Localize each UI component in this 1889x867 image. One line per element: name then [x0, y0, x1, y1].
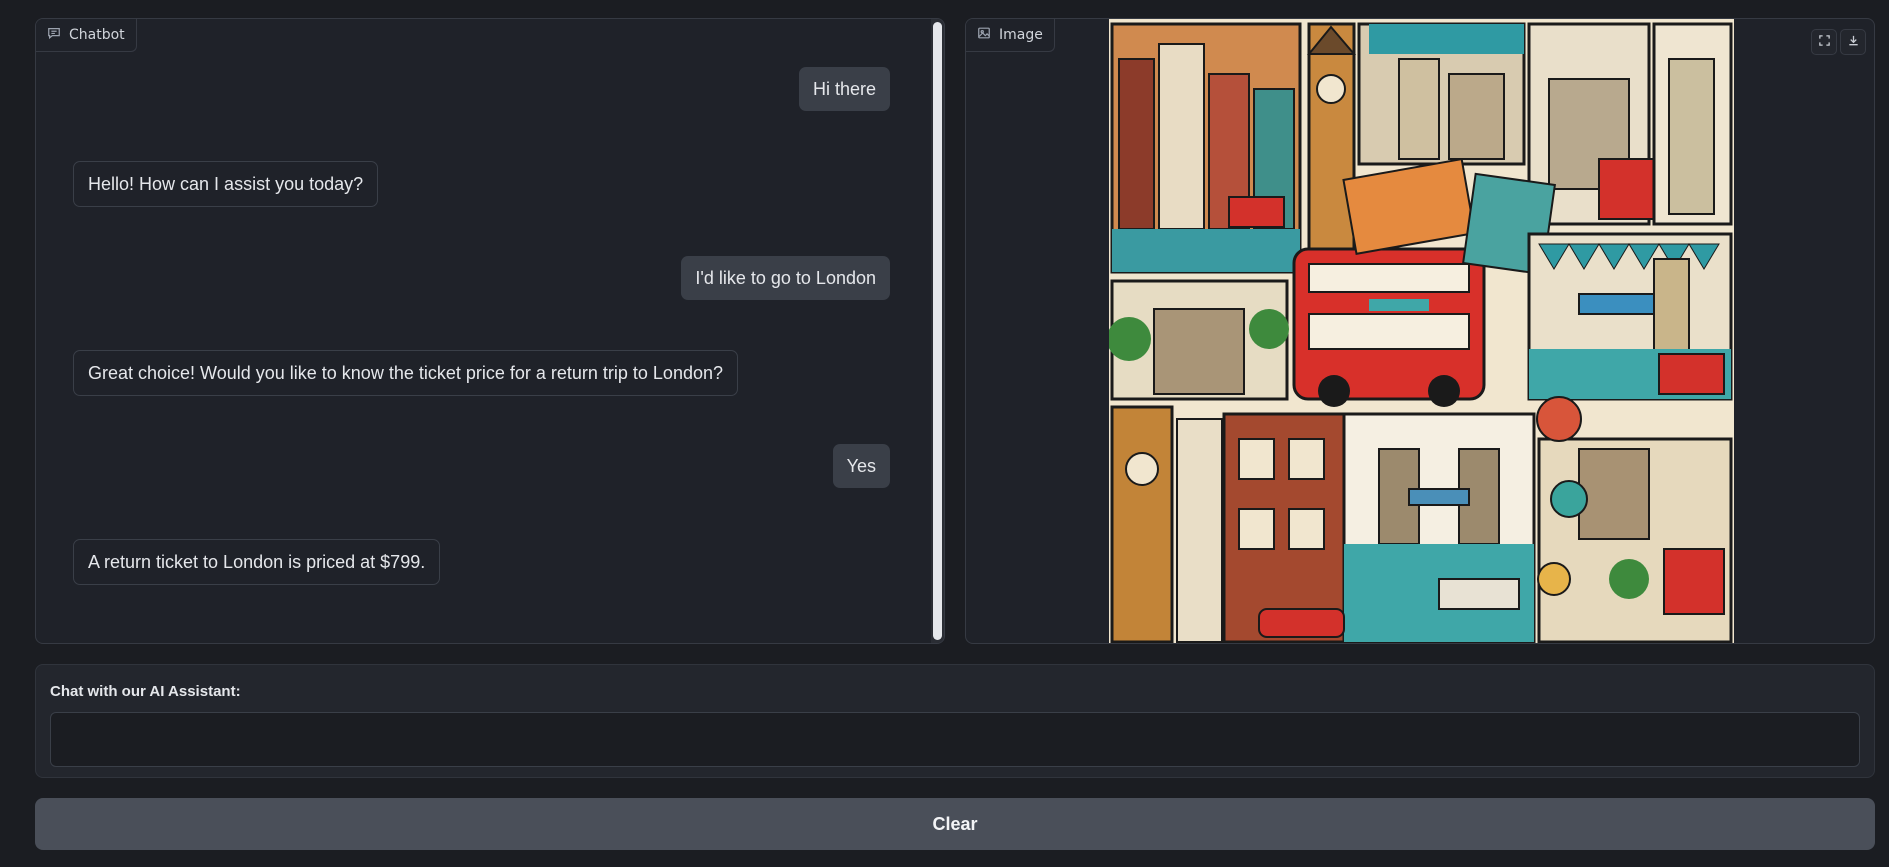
fullscreen-button[interactable]	[1811, 29, 1837, 55]
chat-icon	[47, 26, 61, 44]
download-icon	[1847, 34, 1860, 50]
chat-scrollbar-thumb[interactable]	[933, 22, 942, 640]
bot-message: A return ticket to London is priced at $…	[73, 539, 441, 585]
fullscreen-icon	[1818, 34, 1831, 50]
bot-message: Hello! How can I assist you today?	[73, 161, 379, 207]
chatbot-label-text: Chatbot	[69, 27, 125, 43]
chat-input[interactable]	[50, 712, 1860, 767]
chatbot-label: Chatbot	[36, 19, 137, 52]
download-button[interactable]	[1840, 29, 1866, 55]
clear-button[interactable]: Clear	[35, 798, 1875, 850]
image-label-text: Image	[999, 27, 1043, 43]
chat-scrollbar[interactable]	[931, 19, 944, 643]
london-collage-image	[1107, 19, 1734, 643]
user-message: Yes	[832, 444, 890, 488]
bot-message: Great choice! Would you like to know the…	[73, 350, 739, 396]
chatbot-panel: Chatbot Hi there Hello! How can I assist…	[35, 18, 945, 644]
chat-input-label: Chat with our AI Assistant:	[50, 683, 241, 700]
user-message: I'd like to go to London	[681, 256, 890, 300]
image-panel: Image	[965, 18, 1875, 644]
user-message: Hi there	[798, 67, 890, 111]
image-label: Image	[966, 19, 1055, 52]
image-icon	[977, 26, 991, 44]
chat-input-panel: Chat with our AI Assistant:	[35, 664, 1875, 778]
